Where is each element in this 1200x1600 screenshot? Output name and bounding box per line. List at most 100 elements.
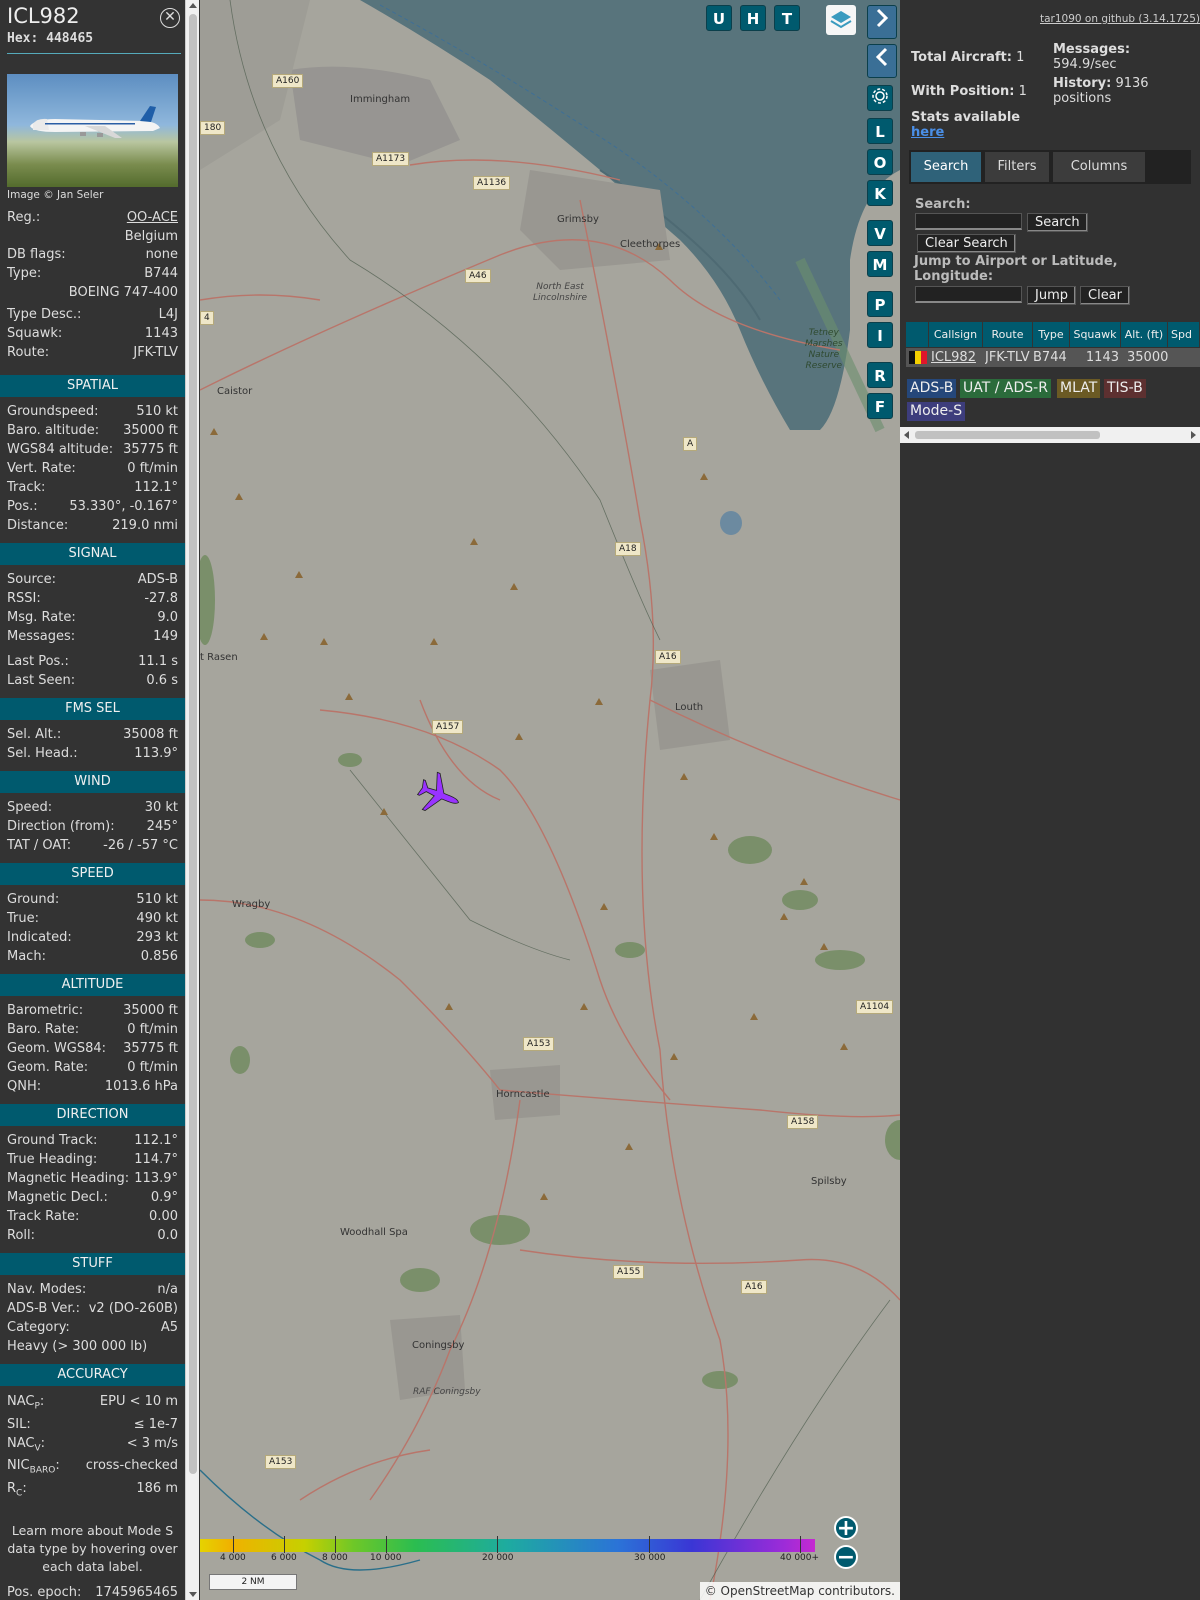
- route-row: Route: JFK-TLV: [7, 345, 178, 363]
- scroll-right-icon[interactable]: [1191, 431, 1196, 439]
- scroll-up-icon[interactable]: [189, 3, 197, 8]
- altitude-value: 0 ft/min: [127, 1060, 178, 1075]
- close-icon[interactable]: ✕: [160, 8, 180, 28]
- aircraft-marker[interactable]: [413, 769, 466, 821]
- side-button-v[interactable]: V: [867, 220, 893, 246]
- stuff-row: Heavy (> 300 000 lb): [7, 1339, 178, 1357]
- altitude-value: 35000 ft: [123, 1003, 178, 1018]
- fms-row: Sel. Alt.: 35008 ft: [7, 727, 178, 745]
- sil-value: ≤ 1e-7: [133, 1417, 178, 1432]
- scale-tick: [335, 1536, 336, 1553]
- layers-icon[interactable]: [826, 5, 856, 35]
- scrollbar-thumb[interactable]: [189, 14, 197, 1474]
- speed-value: 510 kt: [136, 892, 178, 907]
- spatial-label: WGS84 altitude:: [7, 442, 114, 457]
- side-button-o[interactable]: O: [867, 149, 893, 175]
- country-value: Belgium: [124, 229, 178, 244]
- direction-label: Magnetic Heading:: [7, 1171, 130, 1186]
- signal-label: Messages:: [7, 629, 76, 644]
- hscroll-thumb[interactable]: [915, 431, 1100, 439]
- toggle-h-button[interactable]: H: [740, 5, 766, 31]
- signal-value: 11.1 s: [138, 654, 178, 669]
- side-button-p[interactable]: P: [867, 291, 893, 317]
- direction-value: 0.00: [149, 1209, 178, 1224]
- table-header-squawk[interactable]: Squawk: [1070, 322, 1121, 347]
- spatial-row: WGS84 altitude: 35775 ft: [7, 442, 178, 460]
- clear-jump-button[interactable]: Clear: [1080, 286, 1130, 305]
- scale-tick: [233, 1536, 234, 1553]
- fms-value: 35008 ft: [123, 727, 178, 742]
- scroll-down-icon[interactable]: [189, 1592, 197, 1597]
- zoom-out-button[interactable]: −: [834, 1545, 858, 1569]
- stats-here-link[interactable]: here: [911, 125, 944, 140]
- direction-row: Track Rate: 0.00: [7, 1209, 178, 1227]
- github-link[interactable]: tar1090 on github (3.14.1725): [1040, 13, 1200, 25]
- clear-search-button[interactable]: Clear Search: [917, 234, 1016, 253]
- map-attribution[interactable]: © OpenStreetMap contributors.: [699, 1582, 900, 1600]
- altitude-label: Barometric:: [7, 1003, 84, 1018]
- map-view[interactable]: Immingham Grimsby Cleethorpes North East…: [200, 0, 900, 1600]
- toggle-u-button[interactable]: U: [706, 5, 732, 31]
- road-label: 4: [200, 311, 214, 325]
- signal-label: Msg. Rate:: [7, 610, 76, 625]
- table-header-speed[interactable]: Spd: [1168, 322, 1200, 347]
- signal-label: Source:: [7, 572, 57, 587]
- wind-value: -26 / -57 °C: [103, 838, 178, 853]
- side-button-r[interactable]: R: [867, 362, 893, 388]
- jump-button[interactable]: Jump: [1027, 286, 1076, 305]
- typedesc-value: L4J: [158, 307, 178, 322]
- table-header-altitude[interactable]: Alt. (ft): [1121, 322, 1168, 347]
- type-label: Type:: [7, 266, 42, 281]
- side-button-i[interactable]: I: [867, 322, 893, 348]
- spatial-row: Distance: 219.0 nmi: [7, 518, 178, 536]
- table-header-route[interactable]: Route: [983, 322, 1033, 347]
- scale-tick: [386, 1536, 387, 1553]
- search-button[interactable]: Search: [1027, 213, 1088, 232]
- direction-label: Roll:: [7, 1228, 36, 1243]
- speed-label: True:: [7, 911, 39, 926]
- dbflags-label: DB flags:: [7, 247, 66, 262]
- rc-value: 186 m: [136, 1481, 178, 1496]
- side-button-f[interactable]: F: [867, 393, 893, 419]
- tab-search[interactable]: Search: [911, 152, 981, 182]
- direction-row: True Heading: 114.7°: [7, 1152, 178, 1170]
- road-label: A160: [272, 74, 304, 88]
- toggle-t-button[interactable]: T: [774, 5, 800, 31]
- image-credit: Image © Jan Seler: [7, 189, 104, 201]
- side-button-l[interactable]: L: [867, 118, 893, 144]
- settings-button[interactable]: [867, 85, 893, 111]
- table-cell-callsign[interactable]: ICL982: [931, 348, 976, 367]
- stuff-value: A5: [160, 1320, 178, 1335]
- table-header-callsign[interactable]: Callsign: [929, 322, 983, 347]
- altitude-label: Geom. WGS84:: [7, 1041, 107, 1056]
- squawk-label: Squawk:: [7, 326, 63, 341]
- search-input[interactable]: [915, 213, 1022, 230]
- map-label-nel: North East Lincolnshire: [533, 282, 588, 303]
- aircraft-hex: Hex: 448465: [7, 31, 94, 46]
- side-button-k[interactable]: K: [867, 180, 893, 206]
- scroll-left-icon[interactable]: [904, 431, 909, 439]
- reg-link[interactable]: OO-ACE: [127, 210, 178, 225]
- expand-sidebar-button[interactable]: [867, 5, 897, 39]
- zoom-in-button[interactable]: +: [834, 1516, 858, 1540]
- wind-value: 245°: [146, 819, 178, 834]
- search-label: Search:: [915, 197, 971, 212]
- collapse-sidebar-button[interactable]: [867, 44, 897, 78]
- table-header-type[interactable]: Type: [1033, 322, 1070, 347]
- table-cell-type: B744: [1033, 350, 1067, 365]
- direction-label: Magnetic Decl.:: [7, 1190, 108, 1205]
- section-signal: SIGNAL: [0, 543, 185, 565]
- aircraft-photo[interactable]: [7, 74, 178, 187]
- jump-input[interactable]: [915, 286, 1022, 303]
- aircraft-callsign: ICL982: [7, 4, 80, 28]
- nacv-row: NACV: < 3 m/s: [7, 1436, 178, 1454]
- info-scrollbar[interactable]: [185, 0, 199, 1600]
- aircraft-photo-image: [30, 106, 160, 138]
- gear-icon: [872, 88, 888, 104]
- table-hscrollbar[interactable]: [900, 427, 1200, 443]
- side-button-m[interactable]: M: [867, 251, 893, 277]
- fms-value: 113.9°: [134, 746, 178, 761]
- tab-filters[interactable]: Filters: [985, 152, 1049, 182]
- tab-columns[interactable]: Columns: [1053, 152, 1145, 182]
- section-accuracy: ACCURACY: [0, 1364, 185, 1386]
